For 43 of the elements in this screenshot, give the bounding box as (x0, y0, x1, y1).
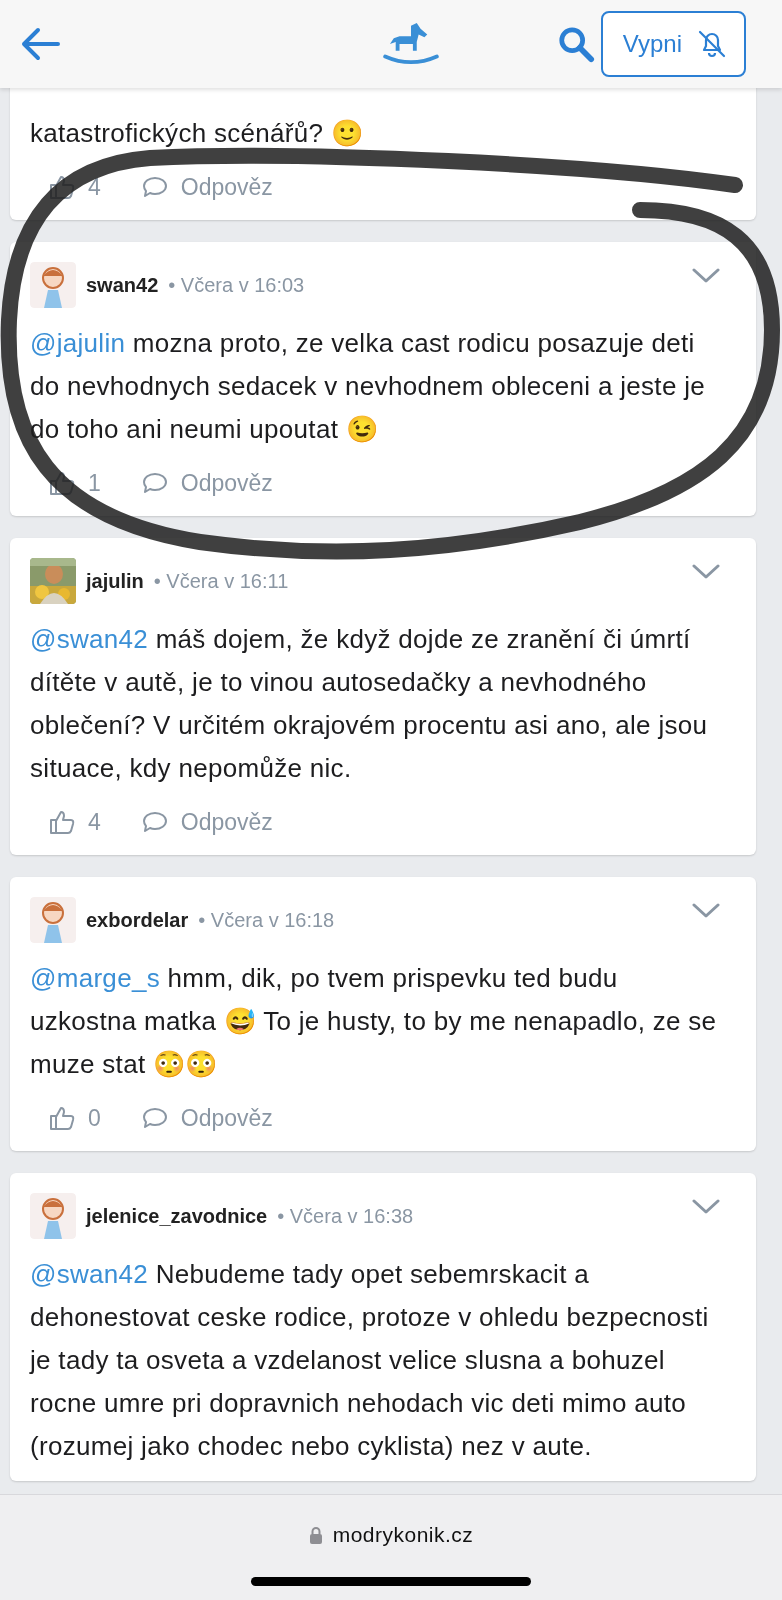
author-name[interactable]: exbordelar (86, 908, 189, 932)
reply-button[interactable]: Odpověz (140, 463, 273, 503)
avatar-icon (30, 897, 76, 943)
comment-text: @marge_s hmm, dik, po tvem prispevku ted budu uzkostna matka 😅 To je husty, to by me nenapadlo, ze se muze stat 😳😳 (30, 962, 718, 1081)
rocking-horse-icon[interactable] (382, 22, 440, 66)
like-button[interactable]: 4 (48, 802, 101, 842)
thumbs-up-icon (48, 173, 76, 201)
bell-off-icon (696, 28, 728, 60)
thumbs-up-icon (48, 808, 76, 836)
comment-text: @swan42 Nebudeme tady opet sebemrskacit a dehonestovat ceske rodice, protoze v ohledu bezpecnosti je tady ta osveta a vzdelanost velice slusna a bohuzel rocne umre pri dopravnich nehodach vic deti mimo auto (rozumej jako chodec nebo cyklista) nez v aute. (30, 1258, 710, 1463)
author-name[interactable]: swan42 (86, 273, 159, 297)
author-name[interactable]: jajulin (86, 569, 144, 593)
mention-link[interactable]: @jajulin (30, 328, 126, 358)
like-button[interactable]: 0 (48, 1098, 101, 1138)
post-time: • Včera v 16:11 (153, 569, 289, 593)
reply-button[interactable]: Odpověz (140, 1098, 273, 1138)
mention-link[interactable]: @swan42 (30, 624, 149, 654)
post-time: • Včera v 16:38 (277, 1204, 414, 1228)
lock-icon (308, 1526, 323, 1544)
reply-button[interactable]: Odpověz (140, 802, 273, 842)
like-button[interactable]: 1 (48, 463, 101, 503)
mention-link[interactable]: @marge_s (30, 963, 160, 993)
comment-text: @jajulin mozna proto, ze velka cast rodicu posazuje deti do nevhodnych sedacek v nevhodnem obleceni a jeste je do toho ani neumi upoutat 😉 (30, 327, 706, 446)
back-arrow-icon[interactable] (20, 27, 60, 61)
thumbs-up-icon (48, 469, 76, 497)
url-text[interactable]: modrykonik.cz (332, 1523, 474, 1547)
avatar-icon (30, 262, 76, 308)
chevron-down-icon[interactable] (692, 903, 720, 919)
chevron-down-icon[interactable] (692, 268, 720, 284)
chevron-down-icon[interactable] (692, 564, 720, 580)
post-time: • Včera v 16:03 (168, 273, 305, 297)
thumbs-up-icon (48, 1104, 76, 1132)
post-time: • Včera v 16:18 (198, 908, 335, 932)
reply-button[interactable]: Odpověz (140, 167, 273, 207)
like-button[interactable]: 4 (48, 167, 101, 207)
author-name[interactable]: jelenice_zavodnice (86, 1204, 268, 1228)
chevron-down-icon[interactable] (692, 1199, 720, 1215)
comment-text: katastrofických scénářů? 🙂 (30, 117, 365, 150)
comment-text: @swan42 máš dojem, že když dojde ze zranění či úmrtí dítěte v autě, je to vinou autosedačky a nevhodného oblečení? V určitém okrajovém procentu asi ano, ale jsou situace, kdy nepomůže nic. (30, 623, 709, 785)
search-icon[interactable] (557, 25, 595, 63)
mention-link[interactable]: @swan42 (30, 1259, 149, 1289)
mute-button[interactable]: Vypni (600, 11, 746, 77)
avatar-icon (30, 1193, 76, 1239)
